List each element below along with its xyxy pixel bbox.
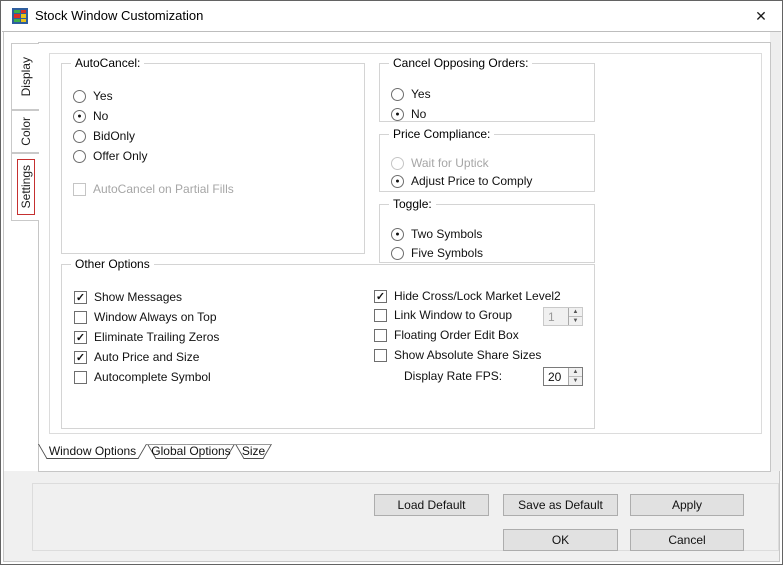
tab-window-options[interactable]: Window Options (38, 444, 147, 459)
tab-label: Settings (19, 165, 33, 208)
radio-icon (391, 247, 404, 260)
display-rate-fps-label: Display Rate FPS: (404, 367, 502, 386)
radio-autocancel-yes[interactable]: Yes (73, 86, 113, 106)
selected-tab-indicator: Settings (17, 159, 35, 214)
checkbox-window-always-on-top[interactable]: Window Always on Top (74, 307, 217, 327)
fps-spinner[interactable]: 20 ▲ ▼ (543, 367, 583, 386)
load-default-button[interactable]: Load Default (374, 494, 489, 516)
checkbox-icon (73, 183, 86, 196)
icon-cell (14, 14, 20, 17)
radio-icon (73, 90, 86, 103)
titlebar: Stock Window Customization ✕ (2, 1, 781, 32)
checkbox-icon (374, 329, 387, 342)
radio-icon (73, 130, 86, 143)
tab-size[interactable]: Size (235, 444, 272, 459)
link-group-spinner: 1 ▲ ▼ (543, 307, 583, 326)
checkbox-show-absolute-share-sizes[interactable]: Show Absolute Share Sizes (374, 345, 541, 365)
radio-cancel-opposing-no[interactable]: ● No (391, 104, 426, 124)
checkbox-icon (374, 309, 387, 322)
radio-icon: ● (391, 228, 404, 241)
tab-display[interactable]: Display (11, 43, 39, 110)
window-title: Stock Window Customization (35, 1, 203, 31)
radio-two-symbols[interactable]: ● Two Symbols (391, 224, 482, 244)
checkbox-icon (74, 371, 87, 384)
spinner-up-icon[interactable]: ▲ (569, 368, 582, 377)
checkbox-show-messages[interactable]: ✓ Show Messages (74, 287, 182, 307)
icon-cell (21, 14, 27, 17)
radio-five-symbols[interactable]: Five Symbols (391, 243, 483, 263)
tab-label: Size (235, 444, 272, 457)
tab-settings[interactable]: Settings (11, 153, 39, 221)
checkbox-link-window-to-group[interactable]: Link Window to Group (374, 305, 512, 325)
checkbox-icon: ✓ (74, 351, 87, 364)
tab-label: Global Options (147, 444, 235, 457)
group-title: Cancel Opposing Orders: (389, 56, 532, 70)
spinner-down-icon: ▼ (569, 317, 582, 325)
group-title: AutoCancel: (71, 56, 144, 70)
icon-cell (21, 10, 27, 13)
icon-cell (14, 19, 20, 22)
checkbox-floating-order-edit-box[interactable]: Floating Order Edit Box (374, 325, 519, 345)
group-title: Other Options (71, 257, 154, 271)
app-icon (12, 8, 28, 24)
checkbox-autocancel-partial-fills: AutoCancel on Partial Fills (73, 179, 234, 199)
radio-icon: ● (73, 110, 86, 123)
ok-button[interactable]: OK (503, 529, 618, 551)
spinner-up-icon: ▲ (569, 308, 582, 317)
radio-icon (73, 150, 86, 163)
right-margin (770, 32, 781, 471)
close-icon: ✕ (755, 8, 767, 25)
tab-color[interactable]: Color (11, 110, 39, 153)
radio-autocancel-bidonly[interactable]: BidOnly (73, 126, 135, 146)
stock-window-customization-dialog: Stock Window Customization ✕ Display Col… (0, 0, 783, 565)
save-as-default-button[interactable]: Save as Default (503, 494, 618, 516)
radio-autocancel-offer-only[interactable]: Offer Only (73, 146, 147, 166)
checkbox-icon: ✓ (74, 291, 87, 304)
tab-label: Display (19, 57, 33, 96)
radio-icon (391, 157, 404, 170)
radio-cancel-opposing-yes[interactable]: Yes (391, 84, 431, 104)
checkbox-icon (74, 311, 87, 324)
tab-label: Color (19, 117, 33, 146)
checkbox-icon (374, 349, 387, 362)
radio-icon (391, 88, 404, 101)
cancel-button[interactable]: Cancel (630, 529, 744, 551)
radio-wait-for-uptick: Wait for Uptick (391, 153, 489, 173)
group-title: Price Compliance: (389, 127, 494, 141)
checkbox-autocomplete-symbol[interactable]: Autocomplete Symbol (74, 367, 211, 387)
checkbox-icon: ✓ (374, 290, 387, 303)
spinner-down-icon[interactable]: ▼ (569, 377, 582, 385)
tab-global-options[interactable]: Global Options (147, 444, 235, 459)
radio-autocancel-no[interactable]: ● No (73, 106, 108, 126)
icon-cell (21, 19, 27, 22)
radio-adjust-price-to-comply[interactable]: ● Adjust Price to Comply (391, 171, 532, 191)
checkbox-auto-price-and-size[interactable]: ✓ Auto Price and Size (74, 347, 199, 367)
radio-icon: ● (391, 175, 404, 188)
icon-cell (14, 10, 20, 13)
apply-button[interactable]: Apply (630, 494, 744, 516)
radio-icon: ● (391, 108, 404, 121)
close-button[interactable]: ✕ (741, 1, 781, 31)
checkbox-eliminate-trailing-zeros[interactable]: ✓ Eliminate Trailing Zeros (74, 327, 219, 347)
tab-label: Window Options (38, 444, 147, 457)
group-title: Toggle: (389, 197, 436, 211)
spinner-buttons: ▲ ▼ (568, 368, 582, 385)
checkbox-hide-cross-lock-market-level2[interactable]: ✓ Hide Cross/Lock Market Level2 (374, 286, 561, 306)
spinner-buttons: ▲ ▼ (568, 308, 582, 325)
checkbox-icon: ✓ (74, 331, 87, 344)
